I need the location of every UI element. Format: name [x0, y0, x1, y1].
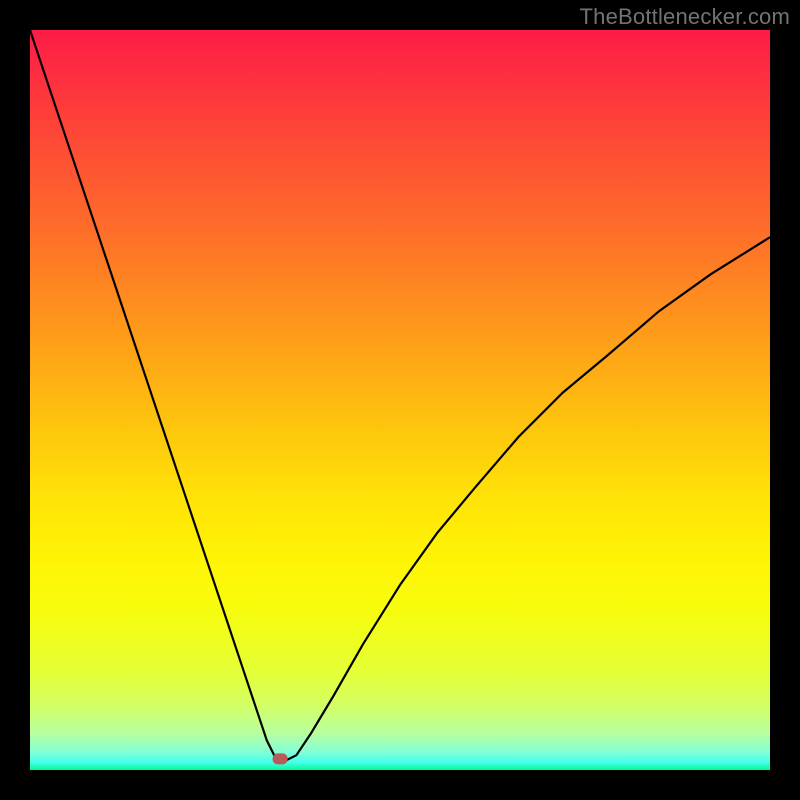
watermark-text: TheBottlenecker.com — [580, 4, 790, 30]
plot-area — [30, 30, 770, 770]
chart-frame: TheBottlenecker.com — [0, 0, 800, 800]
optimal-point-marker — [273, 753, 288, 764]
bottleneck-curve — [30, 30, 770, 763]
chart-svg — [30, 30, 770, 770]
